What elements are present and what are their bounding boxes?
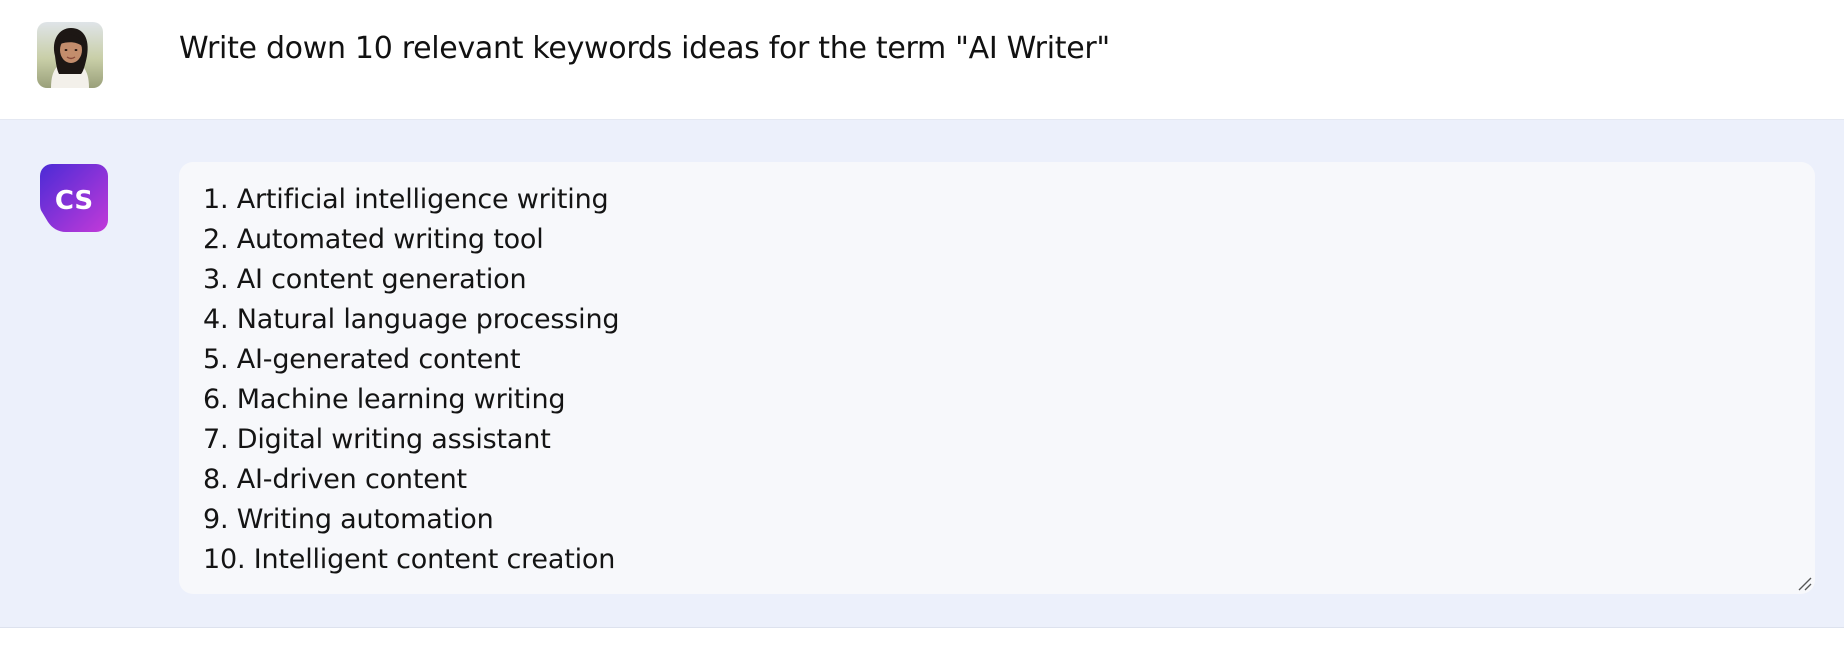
copysmith-logo-icon: CS — [40, 164, 108, 232]
logo-text: CS — [55, 186, 93, 216]
keyword-item: 6. Machine learning writing — [203, 384, 566, 415]
resize-handle-icon[interactable] — [1796, 575, 1812, 591]
keyword-item: 3. AI content generation — [203, 264, 527, 295]
keyword-item: 8. AI-driven content — [203, 464, 467, 495]
chat-thread: Write down 10 relevant keywords ideas fo… — [0, 0, 1844, 660]
keyword-item: 4. Natural language processing — [203, 304, 620, 335]
keyword-item: 10. Intelligent content creation — [203, 544, 616, 575]
keyword-item: 9. Writing automation — [203, 504, 494, 535]
keyword-item: 1. Artificial intelligence writing — [203, 184, 609, 215]
keyword-item: 5. AI-generated content — [203, 344, 521, 375]
keyword-item: 7. Digital writing assistant — [203, 424, 551, 455]
keyword-item: 2. Automated writing tool — [203, 224, 544, 255]
assistant-avatar: CS — [40, 164, 108, 232]
assistant-response-box[interactable]: 1. Artificial intelligence writing 2. Au… — [179, 162, 1815, 594]
assistant-message-row: CS 1. Artificial intelligence writing 2.… — [0, 120, 1844, 628]
user-prompt-text: Write down 10 relevant keywords ideas fo… — [179, 31, 1110, 66]
user-photo-icon — [37, 22, 103, 88]
user-message-row: Write down 10 relevant keywords ideas fo… — [0, 0, 1844, 120]
user-avatar — [37, 22, 103, 88]
